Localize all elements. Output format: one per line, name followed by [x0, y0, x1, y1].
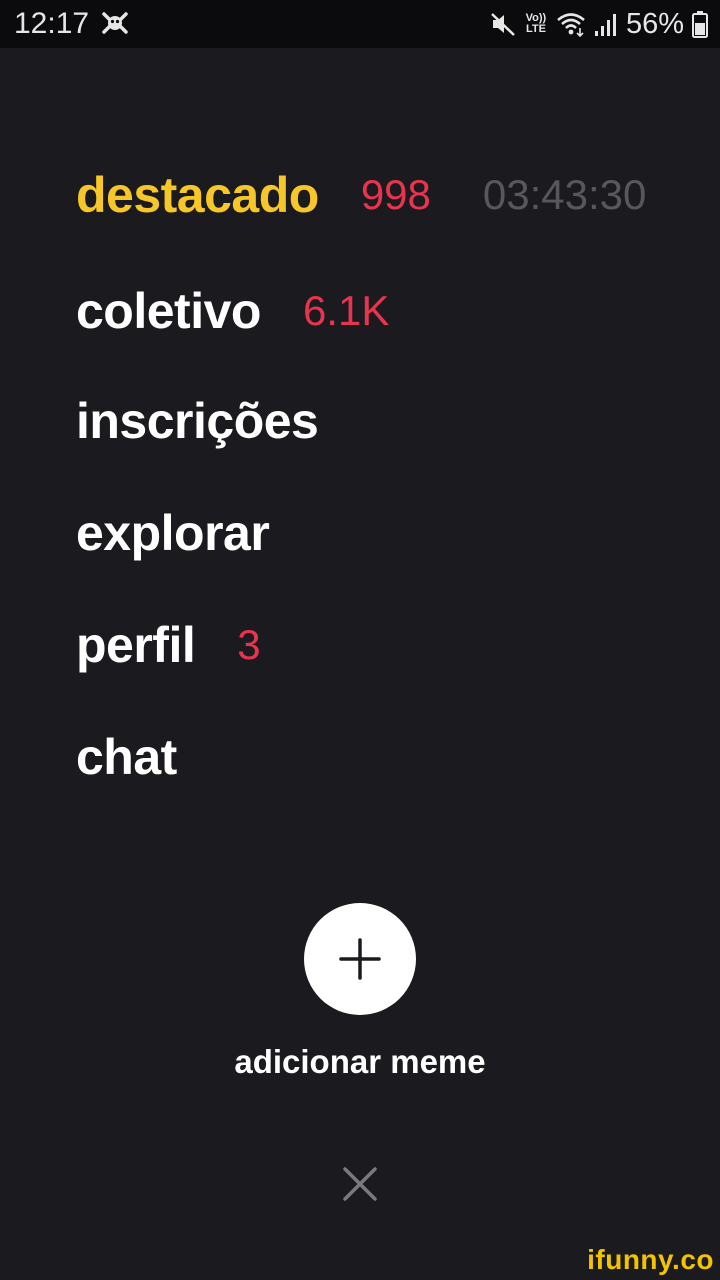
- lte-label: LTE: [525, 23, 546, 35]
- battery-percent: 56%: [625, 8, 684, 40]
- ifunny-notification-icon: [102, 12, 128, 34]
- menu-item-chat[interactable]: chat: [76, 722, 177, 792]
- menu-item-label: inscrições: [76, 393, 319, 449]
- wifi-icon: [557, 13, 585, 37]
- menu-item-count: 6.1K: [302, 287, 390, 334]
- mute-icon: [491, 13, 515, 36]
- add-meme-button[interactable]: [304, 903, 416, 1015]
- status-time: 12:17: [14, 7, 90, 40]
- menu-item-destacado[interactable]: destacado 998 03:43:30: [76, 160, 646, 230]
- menu-item-label: perfil: [76, 617, 196, 673]
- menu-item-perfil[interactable]: perfil 3: [76, 610, 261, 680]
- menu-item-count: 3: [237, 621, 261, 668]
- volte-icon: Vo)) LTE: [524, 13, 548, 35]
- close-icon: [343, 1167, 377, 1201]
- battery-icon: [692, 11, 708, 38]
- close-button[interactable]: [336, 1160, 384, 1208]
- status-icons: Vo)) LTE 56%: [490, 6, 708, 42]
- menu-item-label: explorar: [76, 505, 270, 561]
- add-meme-label: adicionar meme: [234, 1043, 486, 1080]
- menu-screen: 12:17 Vo)) LTE 56% destacado 998 03:43:3…: [0, 0, 720, 1280]
- menu-item-label: chat: [76, 729, 177, 785]
- menu-item-label: destacado: [76, 167, 319, 223]
- menu-item-count: 998: [360, 171, 431, 218]
- menu-item-inscricoes[interactable]: inscrições: [76, 386, 319, 456]
- menu-item-explorar[interactable]: explorar: [76, 498, 270, 568]
- featured-timer: 03:43:30: [482, 171, 647, 218]
- menu-item-coletivo[interactable]: coletivo 6.1K: [76, 276, 389, 346]
- menu-item-label: coletivo: [76, 283, 261, 339]
- plus-icon: [339, 938, 381, 980]
- signal-icon: [594, 14, 616, 36]
- status-bar: 12:17 Vo)) LTE 56%: [0, 0, 720, 48]
- watermark: ifunny.co: [587, 1244, 714, 1275]
